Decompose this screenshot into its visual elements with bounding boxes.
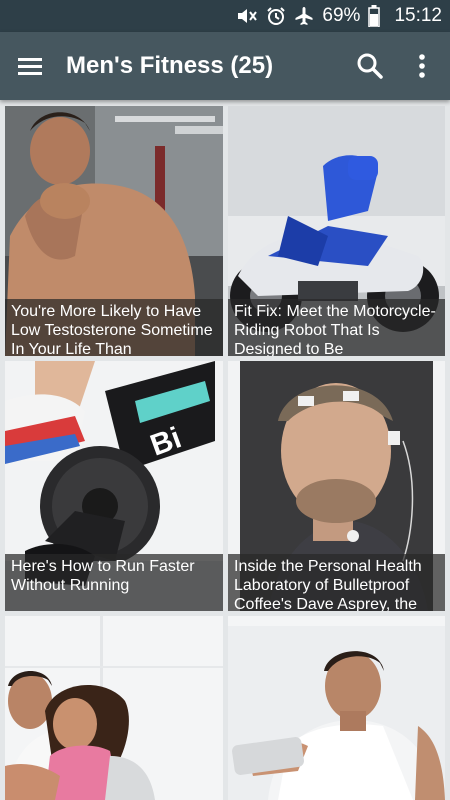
- clock-time: 15:12: [394, 5, 442, 26]
- page-title: Men's Fitness (25): [66, 52, 274, 79]
- article-card[interactable]: Inside the Personal Health Laboratory of…: [228, 361, 445, 611]
- search-icon[interactable]: [356, 52, 384, 80]
- article-caption: Inside the Personal Health Laboratory of…: [228, 554, 445, 611]
- battery-percent: 69%: [322, 5, 361, 26]
- article-caption: Fit Fix: Meet the Motorcycle-Riding Robo…: [228, 299, 445, 356]
- article-caption: Here's How to Run Faster Without Running: [5, 554, 223, 611]
- article-card[interactable]: You're More Likely to Have Low Testoster…: [5, 106, 223, 356]
- article-caption: You're More Likely to Have Low Testoster…: [5, 299, 223, 356]
- article-card[interactable]: Bi Here's How to Run Faster Without Runn…: [5, 361, 223, 611]
- article-card[interactable]: [5, 616, 223, 800]
- hamburger-menu-icon[interactable]: [14, 50, 46, 82]
- app-bar: Men's Fitness (25): [0, 32, 450, 100]
- airplane-icon: [294, 6, 314, 26]
- article-card[interactable]: Fit Fix: Meet the Motorcycle-Riding Robo…: [228, 106, 445, 356]
- mute-icon: [236, 6, 258, 26]
- alarm-icon: [266, 6, 286, 26]
- more-vert-icon[interactable]: [410, 52, 434, 80]
- article-image: [5, 616, 223, 800]
- article-image: [228, 616, 445, 800]
- battery-icon: [368, 5, 381, 27]
- status-icons: 69% 15:12: [236, 0, 442, 32]
- article-grid: You're More Likely to Have Low Testoster…: [0, 100, 450, 800]
- status-bar: 69% 15:12: [0, 0, 450, 32]
- article-card[interactable]: [228, 616, 445, 800]
